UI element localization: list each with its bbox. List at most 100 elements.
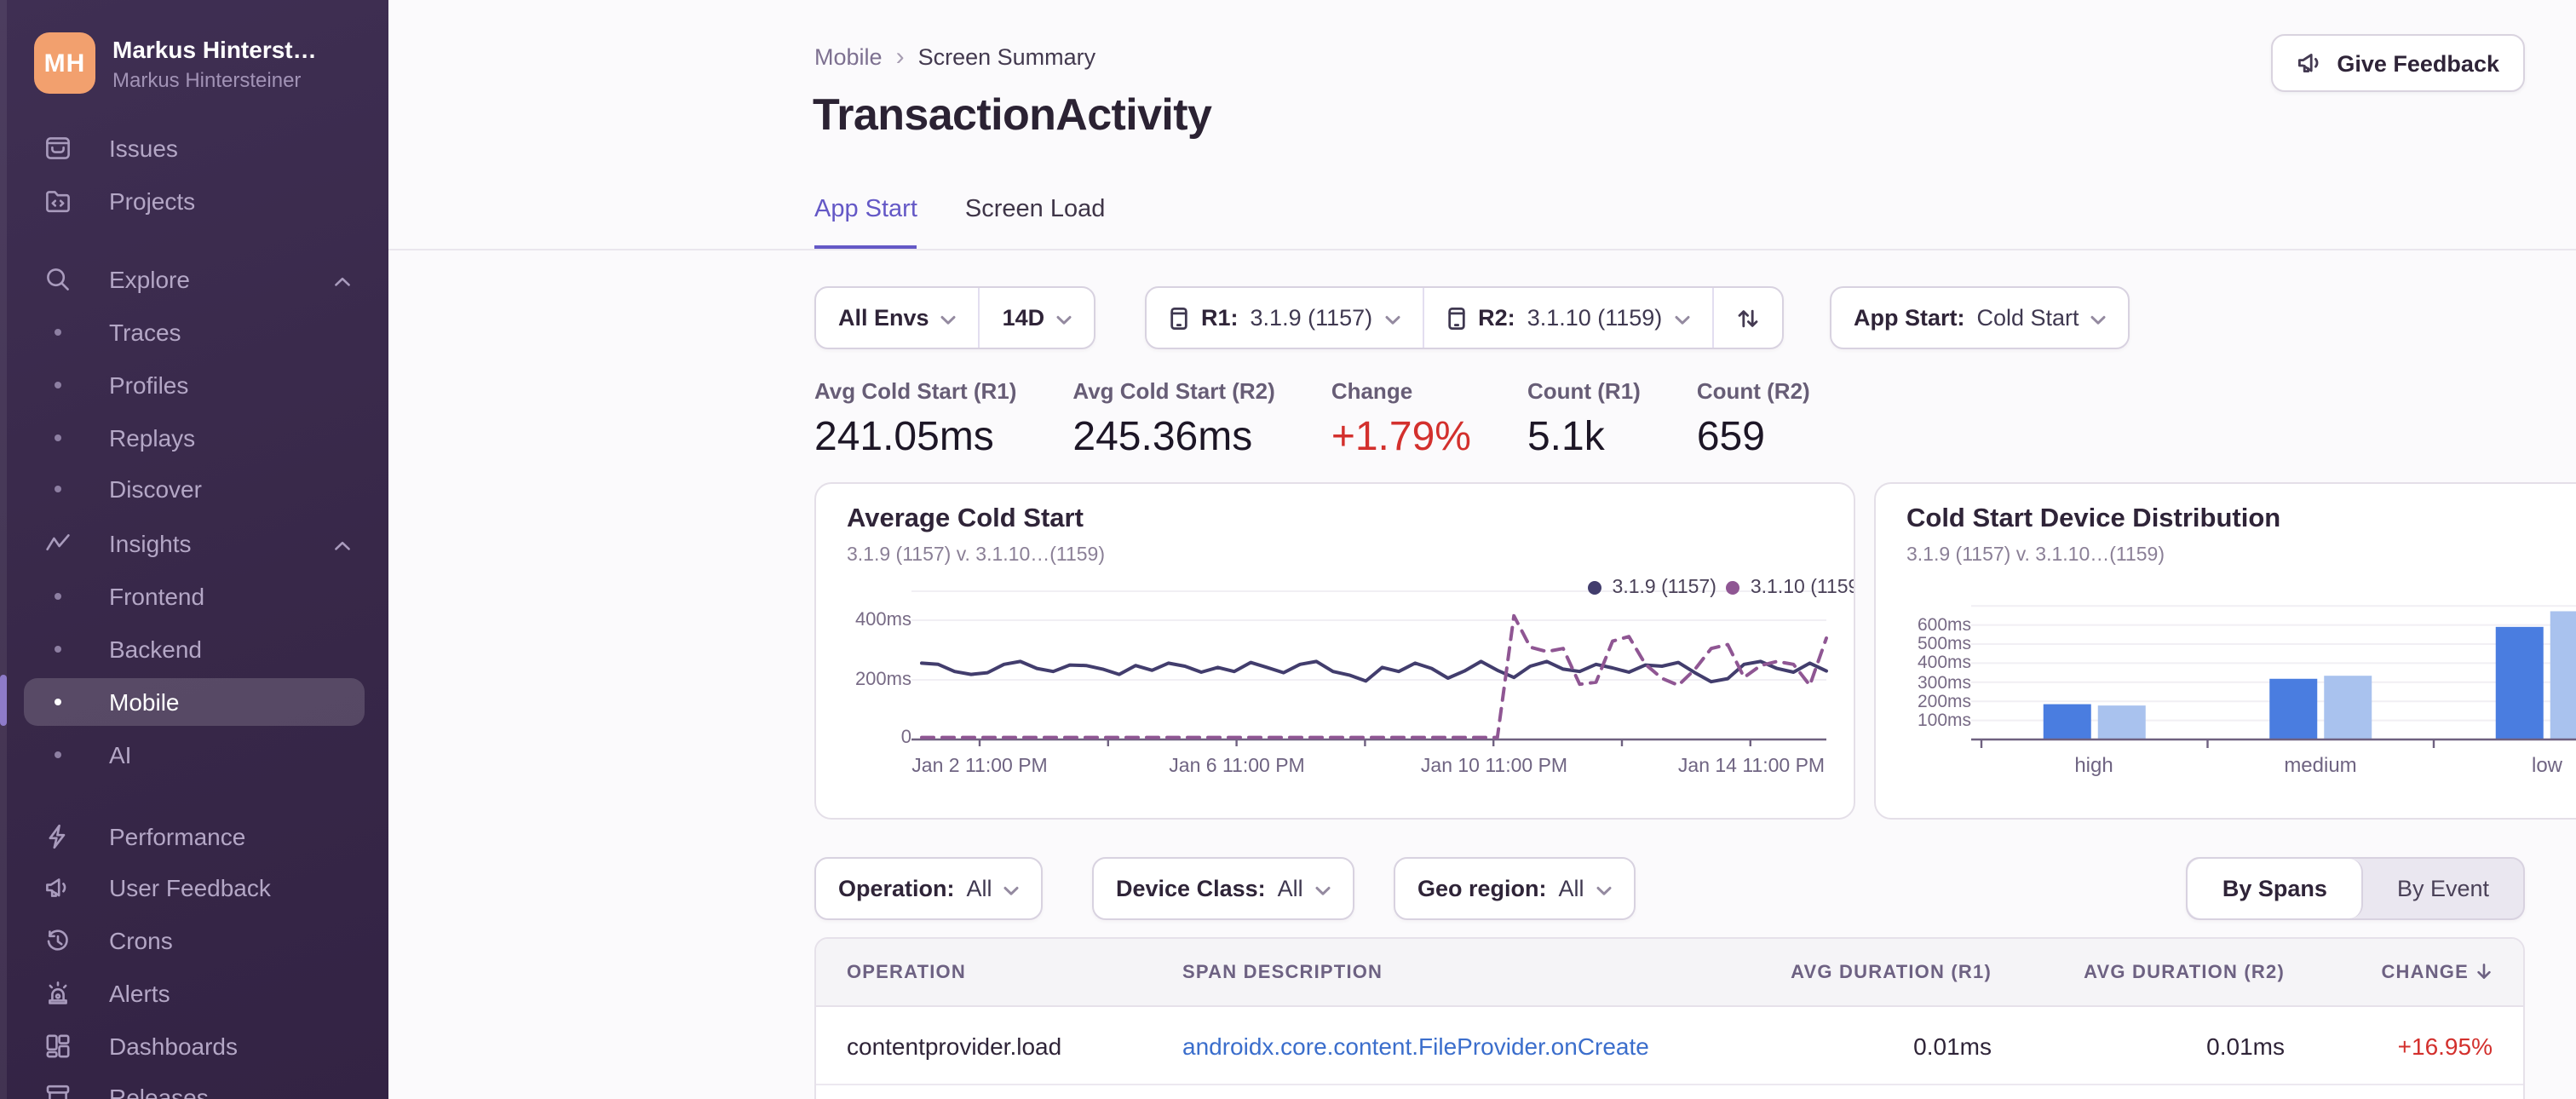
sidebar-item-alerts[interactable]: Alerts [0, 970, 388, 1017]
release-compare-filter: R1: 3.1.9 (1157) R2: 3.1.10 (1159) [1145, 286, 1784, 349]
app-window: MH Markus Hinterst… Markus Hintersteiner… [0, 0, 2576, 1099]
megaphone-icon [43, 872, 73, 903]
swap-arrows-icon [1737, 308, 1757, 327]
stat-label: Avg Cold Start (R2) [1072, 378, 1275, 404]
stat-label: Change [1331, 378, 1413, 404]
sidebar-item-discover[interactable]: Discover [0, 465, 388, 513]
stat-value: 5.1k [1527, 414, 1605, 460]
device-class-label: Device Class: [1116, 876, 1266, 901]
sidebar-item-issues[interactable]: Issues [0, 124, 388, 172]
column-avg-duration-r2[interactable]: AVG DURATION (R2) [2022, 962, 2315, 982]
legend-label-r1[interactable]: 3.1.9 (1157) [1613, 578, 1716, 598]
legend-dot-r1 [1588, 581, 1602, 595]
breadcrumb-mobile[interactable]: Mobile [814, 44, 883, 70]
geo-region-select[interactable]: Geo region: All [1395, 859, 1634, 918]
user-menu[interactable]: MH Markus Hinterst… Markus Hintersteiner [34, 32, 368, 94]
megaphone-icon [2297, 54, 2318, 72]
sidebar-item-profiles[interactable]: Profiles [0, 361, 388, 409]
tab-app-start[interactable]: App Start [814, 196, 917, 250]
column-operation[interactable]: OPERATION [816, 962, 1152, 982]
cell-change: +16.95% [2397, 1032, 2493, 1059]
pulse-icon [43, 528, 73, 559]
folder-code-icon [43, 186, 73, 216]
sidebar-item-replays[interactable]: Replays [0, 414, 388, 462]
y-axis-tick: 100ms [1917, 711, 1971, 731]
app-start-type-select[interactable]: App Start: Cold Start [1831, 288, 2129, 348]
tab-divider [388, 249, 2576, 250]
cell-span-description-link[interactable]: androidx.core.content.FileProvider.onCre… [1152, 1032, 1719, 1059]
sidebar-item-dashboards[interactable]: Dashboards [0, 1022, 388, 1070]
sidebar-section-insights[interactable]: Insights [0, 520, 388, 567]
tab-screen-load[interactable]: Screen Load [965, 196, 1105, 250]
sidebar-section-explore[interactable]: Explore [0, 256, 388, 303]
release-r1-select[interactable]: R1: 3.1.9 (1157) [1147, 288, 1422, 348]
environment-select[interactable]: All Envs [816, 288, 979, 348]
release-r2-select[interactable]: R2: 3.1.10 (1159) [1423, 288, 1711, 348]
chart-subtitle: 3.1.9 (1157) v. 3.1.10…(1159) [847, 545, 1106, 566]
tab-bar: App Start Screen Load [814, 196, 1105, 250]
operation-filter: Operation: All [814, 857, 1044, 920]
sidebar-item-ai[interactable]: AI [0, 731, 388, 779]
x-axis-tick: Jan 2 11:00 PM [911, 757, 1048, 777]
user-name: Markus Hinterst… [112, 35, 317, 62]
operation-value: All [966, 876, 992, 901]
sidebar-item-crons[interactable]: Crons [0, 917, 388, 964]
chevron-down-icon [1004, 876, 1020, 901]
breadcrumb-current: Screen Summary [917, 44, 1096, 70]
sidebar-item-label: User Feedback [109, 874, 271, 901]
environment-value: All Envs [838, 305, 929, 331]
sidebar-scrollbar-thumb[interactable] [0, 675, 7, 726]
sidebar-item-backend[interactable]: Backend [0, 625, 388, 673]
by-spans-toggle[interactable]: By Spans [2188, 859, 2363, 918]
legend-label-r2[interactable]: 3.1.10 (1159) [1751, 578, 1854, 598]
swap-releases-button[interactable] [1713, 288, 1781, 348]
stat-count-r1: Count (R1) 5.1k [1527, 378, 1641, 462]
sidebar-item-projects[interactable]: Projects [0, 177, 388, 225]
mobile-release-icon [1447, 306, 1464, 330]
bullet-icon [55, 646, 61, 653]
sidebar-item-label: Discover [109, 475, 202, 503]
app-start-type-filter: App Start: Cold Start [1830, 286, 2130, 349]
screen: MH Markus Hinterst… Markus Hintersteiner… [0, 0, 2576, 1099]
bullet-icon [55, 329, 61, 336]
sidebar-item-label: Performance [109, 823, 246, 850]
sidebar-section-label: Insights [109, 530, 192, 557]
chevron-down-icon [1674, 305, 1689, 331]
sidebar-item-label: Projects [109, 187, 196, 215]
column-span-description[interactable]: SPAN DESCRIPTION [1152, 962, 1719, 982]
y-axis-tick: 200ms [854, 670, 911, 690]
search-icon [43, 264, 73, 295]
view-toggle: By Spans By Event [2186, 857, 2525, 920]
sidebar-item-user-feedback[interactable]: User Feedback [0, 864, 388, 912]
date-range-value: 14D [1002, 305, 1045, 331]
sidebar-item-frontend[interactable]: Frontend [0, 573, 388, 620]
operation-select[interactable]: Operation: All [816, 859, 1042, 918]
stat-count-r2: Count (R2) 659 [1697, 378, 1810, 462]
stat-avg-cold-start-r1: Avg Cold Start (R1) 241.05ms [814, 378, 1016, 462]
bullet-icon [55, 699, 61, 705]
bullet-icon [55, 593, 61, 600]
column-change[interactable]: CHANGE [2315, 962, 2523, 982]
clock-history-icon [43, 925, 73, 956]
operation-label: Operation: [838, 876, 955, 901]
main-content: Mobile › Screen Summary Give Feedback Tr… [388, 0, 2576, 1099]
device-class-select[interactable]: Device Class: All [1094, 859, 1353, 918]
sidebar-item-traces[interactable]: Traces [0, 308, 388, 356]
chevron-right-icon: › [895, 42, 905, 71]
env-daterange-filter: All Envs 14D [814, 286, 1096, 349]
user-org: Markus Hintersteiner [112, 67, 302, 91]
sidebar-item-label: Issues [109, 135, 178, 162]
sidebar-item-releases[interactable]: Releases [0, 1073, 388, 1099]
sidebar-item-label: AI [109, 741, 132, 768]
table-row[interactable]: contentprovider.load androidx.core.conte… [816, 1007, 2523, 1085]
sidebar-item-label: Mobile [109, 688, 180, 716]
sidebar-item-label: Replays [109, 424, 196, 452]
give-feedback-button[interactable]: Give Feedback [2270, 34, 2525, 92]
y-axis-tick: 300ms [1917, 673, 1971, 693]
date-range-select[interactable]: 14D [980, 288, 1095, 348]
by-event-toggle[interactable]: By Event [2363, 859, 2523, 918]
sidebar-item-mobile[interactable]: Mobile [24, 678, 365, 726]
column-avg-duration-r1[interactable]: AVG DURATION (R1) [1719, 962, 2022, 982]
sidebar-item-performance[interactable]: Performance [0, 813, 388, 860]
sidebar-item-label: Releases [109, 1084, 209, 1099]
